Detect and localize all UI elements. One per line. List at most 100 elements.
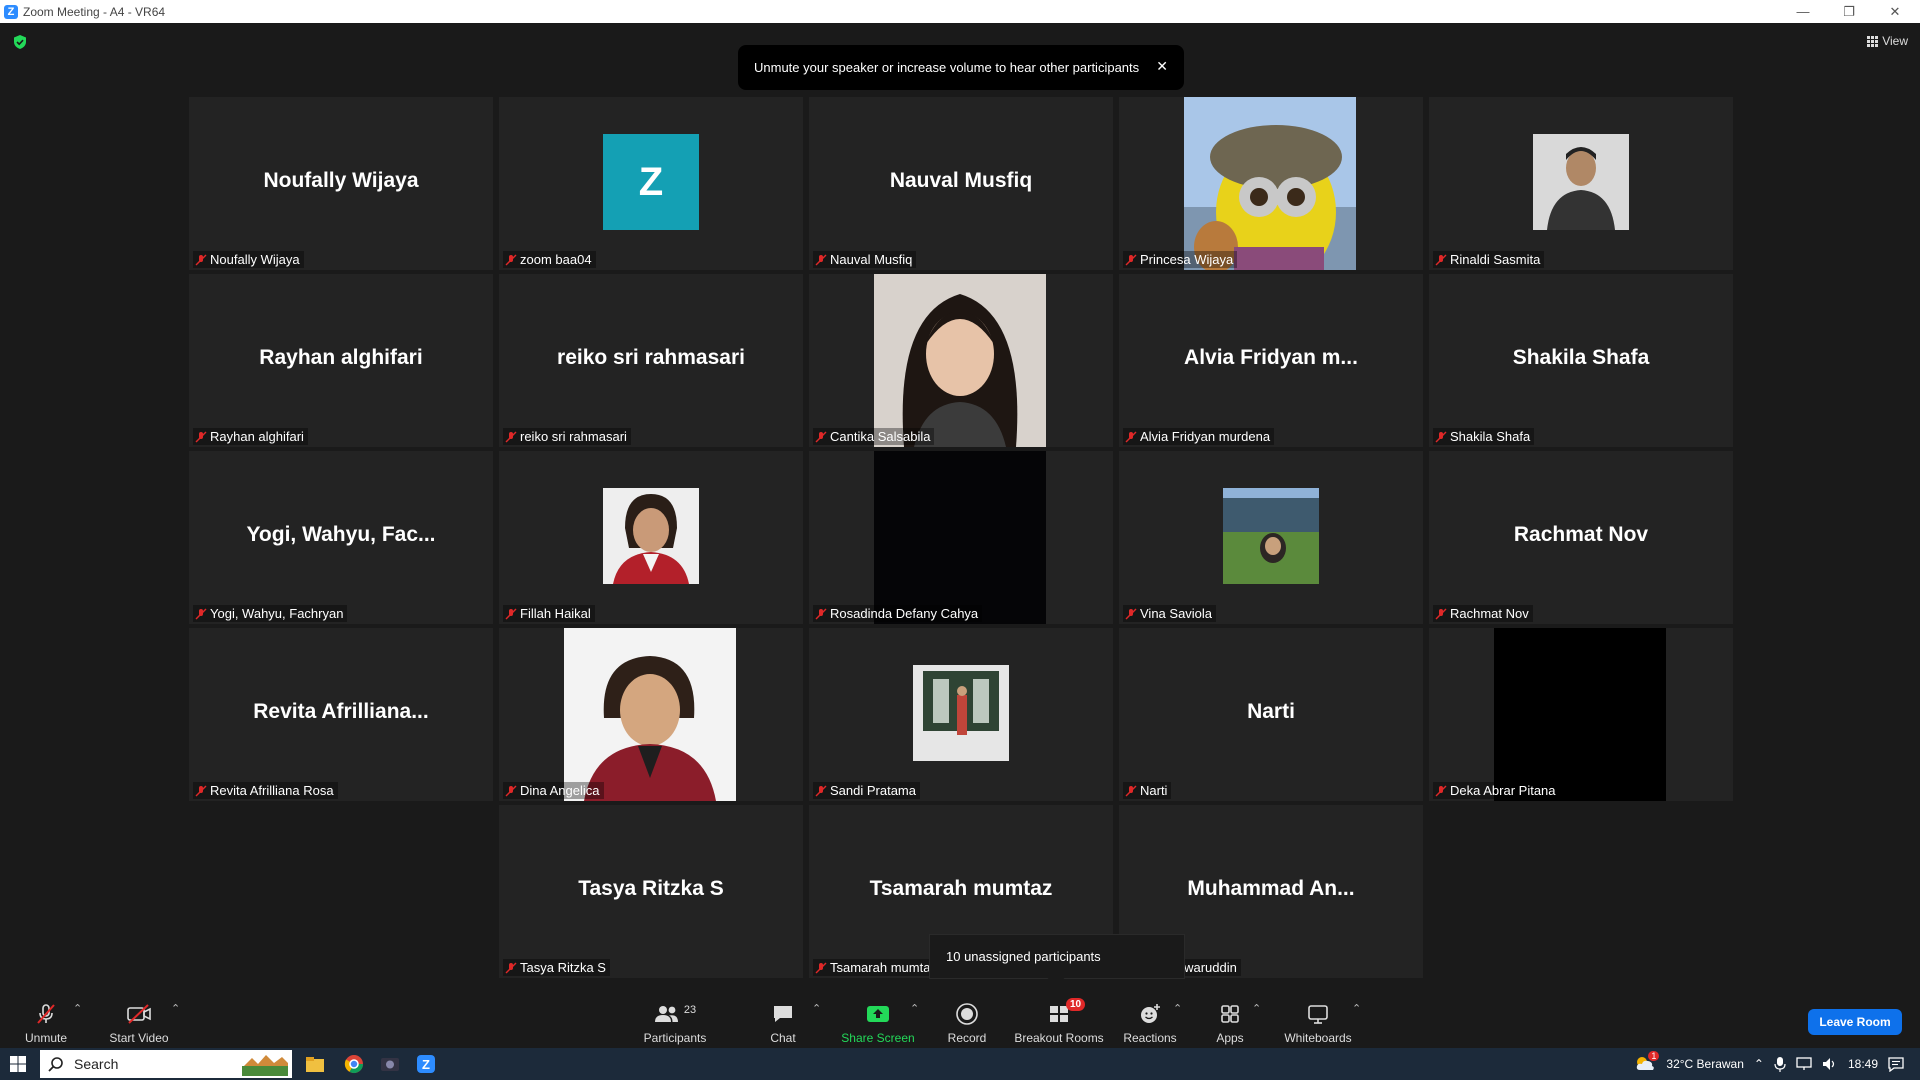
apps-options-caret-icon[interactable]: ⌃ — [1252, 1002, 1261, 1015]
restore-button[interactable]: ❐ — [1826, 0, 1872, 23]
security-shield-icon[interactable] — [12, 34, 28, 50]
close-window-button[interactable]: ✕ — [1872, 0, 1918, 23]
chat-options-caret-icon[interactable]: ⌃ — [812, 1002, 821, 1015]
video-off-icon — [127, 1004, 151, 1024]
participants-icon — [654, 1006, 678, 1022]
participant-nameplate: reiko sri rahmasari — [503, 428, 631, 445]
participant-tile[interactable]: Rayhan alghifari Rayhan alghifari — [189, 274, 493, 447]
whiteboards-options-caret-icon[interactable]: ⌃ — [1352, 1002, 1361, 1015]
taskbar-search-box[interactable]: Search — [40, 1050, 292, 1078]
reactions-button[interactable]: Reactions — [1123, 992, 1177, 1048]
chat-label: Chat — [770, 1031, 796, 1045]
participant-nameplate: Yogi, Wahyu, Fachryan — [193, 605, 348, 622]
tray-overflow-chevron-icon[interactable]: ⌃ — [1754, 1057, 1764, 1071]
participant-tile[interactable]: Dina Angelica — [499, 628, 803, 801]
mic-off-icon — [37, 1004, 55, 1024]
participant-tile[interactable]: reiko sri rahmasari reiko sri rahmasari — [499, 274, 803, 447]
chat-icon — [774, 1006, 792, 1022]
record-button[interactable]: Record — [946, 992, 988, 1048]
participant-tile[interactable]: Rosadinda Defany Cahya — [809, 451, 1113, 624]
record-label: Record — [947, 1031, 987, 1045]
participant-tile[interactable]: Noufally Wijaya Noufally Wijaya — [189, 97, 493, 270]
network-icon[interactable] — [1796, 1057, 1812, 1071]
start-video-button[interactable]: Start Video — [104, 992, 174, 1048]
participant-tile[interactable]: Alvia Fridyan m... Alvia Fridyan murdena — [1119, 274, 1423, 447]
participant-tile[interactable]: Vina Saviola — [1119, 451, 1423, 624]
whiteboards-button[interactable]: Whiteboards — [1282, 992, 1354, 1048]
weather-widget[interactable]: 1 — [1634, 1050, 1660, 1075]
volume-icon[interactable] — [1822, 1057, 1838, 1071]
mic-muted-icon — [1125, 608, 1137, 619]
unassigned-tooltip: 10 unassigned participants — [929, 934, 1185, 988]
apps-button[interactable]: Apps — [1210, 992, 1250, 1048]
tooltip-text: 10 unassigned participants — [946, 949, 1101, 964]
participant-tile[interactable]: Shakila Shafa Shakila Shafa — [1429, 274, 1733, 447]
mic-muted-icon — [815, 431, 827, 442]
participant-avatar-photo — [1223, 488, 1319, 584]
window-title: Zoom Meeting - A4 - VR64 — [23, 4, 166, 19]
participant-tile[interactable]: Z zoom baa04 — [499, 97, 803, 270]
view-button[interactable]: View — [1867, 34, 1908, 48]
mic-muted-icon — [1125, 785, 1137, 796]
participant-tile[interactable]: Sandi Pratama — [809, 628, 1113, 801]
participants-button[interactable]: 23 Participants — [640, 992, 710, 1048]
reactions-label: Reactions — [1123, 1031, 1177, 1045]
unmute-button[interactable]: Unmute — [18, 992, 74, 1048]
video-options-caret-icon[interactable]: ⌃ — [171, 1002, 180, 1015]
participant-name: Nauval Musfiq — [830, 252, 913, 267]
participant-nameplate: Rachmat Nov — [1433, 605, 1533, 622]
reactions-options-caret-icon[interactable]: ⌃ — [1173, 1002, 1182, 1015]
participant-name: Dina Angelica — [520, 783, 600, 798]
breakout-rooms-button[interactable]: Breakout Rooms — [1014, 992, 1104, 1048]
participant-nameplate: Revita Afrilliana Rosa — [193, 782, 338, 799]
participant-video — [564, 628, 736, 801]
participant-tile[interactable]: Revita Afrilliana... Revita Afrilliana R… — [189, 628, 493, 801]
participant-tile[interactable]: Cantika Salsabila — [809, 274, 1113, 447]
share-options-caret-icon[interactable]: ⌃ — [910, 1002, 919, 1015]
mic-muted-icon — [505, 608, 517, 619]
participant-name: Rosadinda Defany Cahya — [830, 606, 979, 621]
leave-room-button[interactable]: Leave Room — [1808, 1009, 1902, 1035]
participant-name: Deka Abrar Pitana — [1450, 783, 1556, 798]
participant-display-name: Noufally Wijaya — [263, 169, 419, 192]
audio-options-caret-icon[interactable]: ⌃ — [73, 1002, 82, 1015]
participant-display-name: reiko sri rahmasari — [557, 346, 745, 369]
minimize-button[interactable]: — — [1780, 0, 1826, 23]
clock-time[interactable]: 18:49 — [1848, 1057, 1878, 1071]
participant-nameplate: Noufally Wijaya — [193, 251, 304, 268]
participant-name: Tasya Ritzka S — [520, 960, 606, 975]
participant-tile[interactable]: Yogi, Wahyu, Fac... Yogi, Wahyu, Fachrya… — [189, 451, 493, 624]
file-explorer-icon[interactable] — [306, 1056, 324, 1072]
mic-muted-icon — [1435, 431, 1447, 442]
participants-count: 23 — [683, 1004, 697, 1016]
participant-tile[interactable]: Rachmat Nov Rachmat Nov — [1429, 451, 1733, 624]
participant-tile[interactable]: Deka Abrar Pitana — [1429, 628, 1733, 801]
participant-display-name: Rayhan alghifari — [259, 346, 423, 369]
zoom-taskbar-icon[interactable]: Z — [416, 1054, 436, 1074]
weather-text: 32°C Berawan — [1666, 1057, 1744, 1071]
share-screen-icon — [867, 1006, 889, 1022]
participant-tile[interactable]: Tasya Ritzka S Tasya Ritzka S — [499, 805, 803, 978]
notifications-icon[interactable] — [1888, 1056, 1904, 1072]
tray-mic-icon[interactable] — [1774, 1056, 1786, 1072]
participant-display-name: Nauval Musfiq — [889, 169, 1033, 192]
participant-tile[interactable]: Princesa Wijaya — [1119, 97, 1423, 270]
camera-app-icon[interactable] — [380, 1054, 400, 1074]
participant-tile[interactable]: Narti Narti — [1119, 628, 1423, 801]
chat-button[interactable]: Chat — [763, 992, 803, 1048]
share-screen-button[interactable]: Share Screen — [838, 992, 918, 1048]
participant-nameplate: Rayhan alghifari — [193, 428, 308, 445]
participant-tile[interactable]: Fillah Haikal — [499, 451, 803, 624]
windows-start-icon[interactable] — [10, 1056, 26, 1072]
participant-tile[interactable]: Nauval Musfiq Nauval Musfiq — [809, 97, 1113, 270]
participant-tile[interactable]: Rinaldi Sasmita — [1429, 97, 1733, 270]
participant-name: Alvia Fridyan murdena — [1140, 429, 1271, 444]
toast-close-icon[interactable]: ✕ — [1156, 58, 1168, 75]
search-placeholder: Search — [74, 1056, 119, 1072]
participant-display-name: Shakila Shafa — [1512, 346, 1650, 369]
unmute-label: Unmute — [24, 1031, 68, 1045]
svg-text:Z: Z — [422, 1057, 430, 1072]
participant-display-name: Narti — [1247, 700, 1295, 723]
zoom-logo-icon: Z — [4, 4, 18, 19]
chrome-icon[interactable] — [344, 1054, 364, 1074]
